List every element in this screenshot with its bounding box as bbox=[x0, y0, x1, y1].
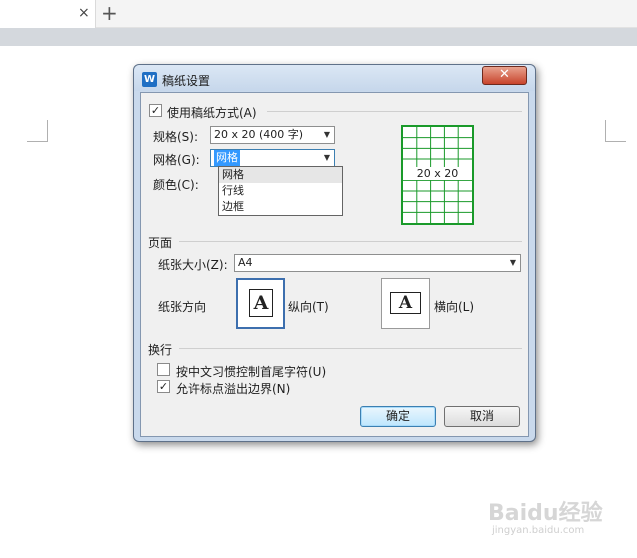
grid-value: 网格 bbox=[214, 150, 240, 166]
toolbar-band bbox=[0, 28, 637, 46]
punctuation-overflow-label: 允许标点溢出边界(N) bbox=[176, 382, 291, 396]
separator-wrap bbox=[179, 348, 522, 349]
chinese-rule-checkbox[interactable] bbox=[157, 363, 170, 376]
wps-app-icon: W bbox=[142, 72, 157, 87]
tab-close-icon[interactable]: × bbox=[78, 5, 90, 21]
paper-size-value: A4 bbox=[238, 256, 253, 269]
new-tab-icon[interactable]: + bbox=[101, 2, 118, 24]
dialog-client-area: ✓ 使用稿纸方式(A) 规格(S): 20 x 20 (400 字) ▼ 网格(… bbox=[140, 92, 529, 437]
color-label: 颜色(C): bbox=[153, 178, 199, 192]
landscape-label: 横向(L) bbox=[434, 300, 475, 314]
grid-preview: 20 x 20 bbox=[401, 125, 474, 225]
page-corner-mark-left bbox=[27, 120, 48, 142]
grid-label: 网格(G): bbox=[153, 153, 200, 167]
grid-paper-settings-dialog: W 稿纸设置 ✕ ✓ 使用稿纸方式(A) 规格(S): 20 x 20 (400… bbox=[133, 64, 536, 442]
page-corner-mark-right bbox=[605, 120, 626, 142]
watermark-sub-text: jingyan.baidu.com bbox=[492, 525, 585, 536]
page-section-heading: 页面 bbox=[148, 236, 173, 250]
chevron-down-icon: ▼ bbox=[509, 258, 516, 267]
spec-combobox[interactable]: 20 x 20 (400 字) ▼ bbox=[210, 126, 335, 144]
cancel-button[interactable]: 取消 bbox=[444, 406, 520, 427]
portrait-label: 纵向(T) bbox=[288, 300, 329, 314]
dropdown-option-border[interactable]: 边框 bbox=[219, 199, 342, 215]
dialog-titlebar[interactable]: W 稿纸设置 ✕ bbox=[134, 65, 535, 91]
baidu-watermark: Baidu经验 jingyan.baidu.com bbox=[480, 495, 620, 543]
dialog-close-button[interactable]: ✕ bbox=[482, 66, 527, 85]
watermark-main-text: Baidu经验 bbox=[488, 501, 603, 526]
separator-top bbox=[267, 111, 522, 112]
orientation-label: 纸张方向 bbox=[158, 300, 207, 314]
punctuation-overflow-checkbox[interactable]: ✓ bbox=[157, 380, 170, 393]
dialog-title: 稿纸设置 bbox=[162, 74, 211, 88]
landscape-page-icon: A bbox=[390, 292, 421, 314]
paper-size-combobox[interactable]: A4 ▼ bbox=[234, 254, 521, 272]
landscape-option[interactable]: A bbox=[381, 278, 430, 329]
grid-dropdown-list: 网格 行线 边框 bbox=[218, 166, 343, 216]
chevron-down-icon: ▼ bbox=[323, 153, 330, 162]
portrait-option[interactable]: A bbox=[236, 278, 285, 329]
separator-page bbox=[179, 241, 522, 242]
grid-combobox[interactable]: 网格 ▼ bbox=[210, 149, 335, 167]
spec-value: 20 x 20 (400 字) bbox=[214, 128, 304, 141]
dropdown-option-grid[interactable]: 网格 bbox=[219, 167, 342, 183]
document-tab[interactable]: × bbox=[0, 0, 96, 28]
dropdown-option-lines[interactable]: 行线 bbox=[219, 183, 342, 199]
use-grid-checkbox[interactable]: ✓ bbox=[149, 104, 162, 117]
chinese-rule-label: 按中文习惯控制首尾字符(U) bbox=[176, 365, 327, 379]
chevron-down-icon: ▼ bbox=[323, 130, 330, 139]
tab-strip: × + bbox=[0, 0, 637, 28]
use-grid-label: 使用稿纸方式(A) bbox=[167, 106, 257, 120]
spec-label: 规格(S): bbox=[153, 130, 199, 144]
ok-button[interactable]: 确定 bbox=[360, 406, 436, 427]
paper-size-label: 纸张大小(Z): bbox=[158, 258, 228, 272]
portrait-page-icon: A bbox=[249, 289, 273, 317]
wrap-section-heading: 换行 bbox=[148, 343, 173, 357]
grid-preview-label: 20 x 20 bbox=[403, 167, 472, 180]
